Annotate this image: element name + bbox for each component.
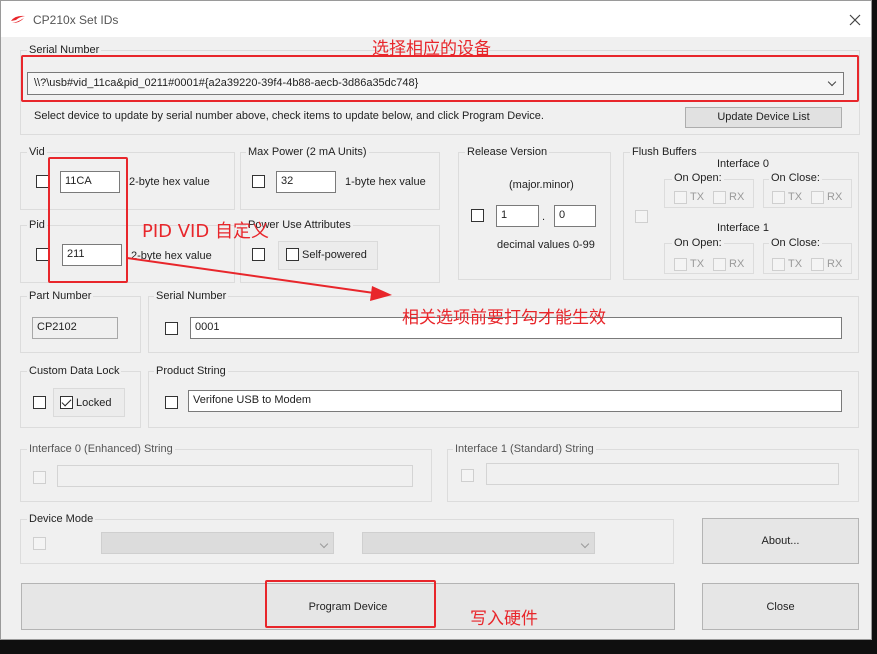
if1-on-close-label: On Close: [769, 237, 822, 249]
window-title: CP210x Set IDs [33, 13, 119, 27]
chevron-down-icon [319, 539, 329, 549]
if1-close-rx-label: RX [827, 258, 843, 270]
product-string-input[interactable]: Verifone USB to Modem [188, 390, 842, 412]
if0-open-tx-checkbox[interactable] [674, 191, 687, 204]
release-version-label: Release Version [465, 146, 550, 158]
close-button-label: Close [766, 601, 795, 613]
flush-buffers-checkbox[interactable] [635, 210, 648, 223]
if0-close-tx-checkbox[interactable] [772, 191, 785, 204]
max-power-hint: 1-byte hex value [345, 176, 426, 188]
vid-hint: 2-byte hex value [129, 176, 210, 188]
self-powered-checkbox[interactable] [286, 248, 299, 261]
update-device-list-label: Update Device List [717, 111, 810, 123]
interface1-string-checkbox[interactable] [461, 469, 474, 482]
about-button-label: About... [761, 535, 800, 547]
if1-open-rx-label: RX [729, 258, 745, 270]
power-use-checkbox[interactable] [252, 248, 265, 261]
device-select-highlight [21, 55, 859, 102]
about-button[interactable]: About... [702, 518, 859, 564]
interface0-string-checkbox[interactable] [33, 471, 46, 484]
program-button-highlight [265, 580, 436, 628]
release-version-hint: decimal values 0-99 [497, 239, 595, 251]
pid-hint: 2-byte hex value [131, 250, 212, 262]
if1-close-tx-checkbox[interactable] [772, 258, 785, 271]
annotation-pid-vid: PID VID 自定义 [142, 221, 269, 242]
release-dot: . [542, 211, 546, 223]
if1-open-rx-checkbox[interactable] [713, 258, 726, 271]
annotation-write-hw: 写入硬件 [470, 609, 538, 629]
max-power-input[interactable]: 32 [276, 171, 336, 193]
if0-open-tx-label: TX [690, 191, 705, 203]
silabs-logo-icon [11, 15, 25, 23]
if1-open-tx-checkbox[interactable] [674, 258, 687, 271]
if1-on-open-label: On Open: [672, 237, 724, 249]
vid-label: Vid [27, 146, 47, 158]
if0-close-rx-label: RX [827, 191, 843, 203]
if1-close-rx-checkbox[interactable] [811, 258, 824, 271]
release-version-format: (major.minor) [509, 179, 574, 191]
flush-interface1-label: Interface 1 [717, 222, 769, 234]
locked-checkbox[interactable] [60, 396, 73, 409]
annotation-check-items: 相关选项前要打勾才能生效 [402, 308, 606, 328]
if0-on-open-label: On Open: [672, 172, 724, 184]
release-version-checkbox[interactable] [471, 209, 484, 222]
update-device-list-button[interactable]: Update Device List [685, 107, 842, 128]
flush-buffers-label: Flush Buffers [630, 146, 699, 158]
product-string-label: Product String [154, 365, 228, 377]
instruction-text: Select device to update by serial number… [34, 110, 544, 122]
self-powered-label: Self-powered [302, 249, 367, 261]
serial-field-checkbox[interactable] [165, 322, 178, 335]
custom-data-lock-checkbox[interactable] [33, 396, 46, 409]
if0-close-tx-label: TX [788, 191, 803, 203]
close-button[interactable]: Close [702, 583, 859, 630]
locked-label: Locked [76, 397, 112, 409]
release-minor-input[interactable]: 0 [554, 205, 596, 227]
if0-open-rx-checkbox[interactable] [713, 191, 726, 204]
part-number-label: Part Number [27, 290, 94, 302]
interface0-string-label: Interface 0 (Enhanced) String [27, 443, 175, 455]
vid-pid-highlight [48, 157, 128, 283]
interface1-string-input[interactable] [486, 463, 839, 485]
device-mode-checkbox[interactable] [33, 537, 46, 550]
interface1-string-label: Interface 1 (Standard) String [453, 443, 596, 455]
title-bar: CP210x Set IDs [1, 1, 871, 37]
serial-field-label: Serial Number [154, 290, 229, 302]
if1-open-tx-label: TX [690, 258, 705, 270]
interface0-string-input[interactable] [57, 465, 413, 487]
if0-on-close-label: On Close: [769, 172, 822, 184]
if0-close-rx-checkbox[interactable] [811, 191, 824, 204]
custom-data-lock-label: Custom Data Lock [27, 365, 122, 377]
release-major-input[interactable]: 1 [496, 205, 539, 227]
chevron-down-icon [580, 539, 590, 549]
close-icon[interactable] [846, 11, 864, 29]
part-number-field: CP2102 [32, 317, 118, 339]
if0-open-rx-label: RX [729, 191, 745, 203]
product-string-checkbox[interactable] [165, 396, 178, 409]
device-mode-label: Device Mode [27, 513, 96, 525]
device-mode-select-1[interactable] [101, 532, 334, 554]
annotation-select-device: 选择相应的设备 [372, 39, 491, 59]
pid-label: Pid [27, 219, 47, 231]
max-power-label: Max Power (2 mA Units) [246, 146, 369, 158]
flush-interface0-label: Interface 0 [717, 158, 769, 170]
if1-close-tx-label: TX [788, 258, 803, 270]
device-mode-select-2[interactable] [362, 532, 595, 554]
max-power-checkbox[interactable] [252, 175, 265, 188]
